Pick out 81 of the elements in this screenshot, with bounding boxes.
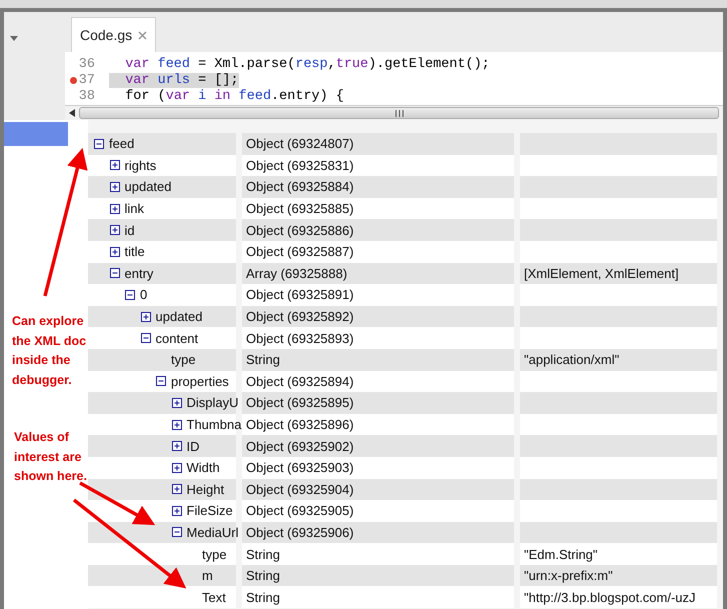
- expand-icon[interactable]: [172, 462, 182, 473]
- code-line: var feed = Xml.parse(resp,true).getElement();: [124, 56, 490, 72]
- variable-type: Object (69325892): [246, 309, 354, 324]
- variable-name: entry: [124, 266, 154, 281]
- variable-name: Width: [186, 460, 220, 476]
- variable-type: Object (69325896): [246, 417, 354, 432]
- variable-name: MediaUrl: [186, 524, 239, 540]
- left-arrow-icon[interactable]: [69, 109, 75, 117]
- collapse-icon[interactable]: [140, 333, 150, 344]
- file-tab[interactable]: Code.gs: [71, 17, 156, 52]
- variable-value: [XmlElement, XmlElement]: [524, 266, 679, 281]
- breakpoint-icon[interactable]: [70, 76, 77, 84]
- variable-name: updated: [124, 179, 172, 194]
- expand-icon[interactable]: [140, 312, 150, 322]
- variable-value: "http://3.bp.blogspot.com/-uzJ: [524, 590, 696, 605]
- variable-name: properties: [171, 374, 229, 389]
- collapse-icon[interactable]: [156, 376, 166, 386]
- expand-icon[interactable]: [110, 246, 120, 257]
- expand-icon[interactable]: [110, 182, 120, 192]
- variable-name: DisplayU: [186, 395, 239, 410]
- collapse-icon[interactable]: [172, 527, 182, 538]
- variable-type: String: [246, 590, 280, 605]
- variable-type: String: [246, 546, 280, 562]
- variable-type: Object (69325886): [246, 222, 354, 238]
- close-icon[interactable]: [138, 30, 148, 40]
- collapse-icon[interactable]: [125, 290, 135, 300]
- annotation-text: Can explore the XML doc inside the debugger.: [12, 313, 88, 389]
- variable-name: m: [202, 568, 213, 584]
- variable-name: FileSize: [186, 503, 233, 518]
- dropdown-caret-icon[interactable]: [10, 36, 18, 41]
- variable-name: feed: [109, 136, 134, 152]
- variable-name: rights: [124, 158, 156, 173]
- variable-type: Object (69325904): [246, 482, 354, 497]
- variable-value: "urn:x-prefix:m": [524, 568, 613, 584]
- variable-type: Object (69325887): [246, 244, 354, 260]
- variable-type: Array (69325888): [246, 266, 348, 281]
- collapse-icon[interactable]: [94, 138, 104, 149]
- code-line: for (var i in feed.entry) {: [124, 89, 344, 104]
- collapse-icon[interactable]: [110, 268, 120, 278]
- expand-icon[interactable]: [110, 225, 120, 236]
- variable-name: Height: [186, 482, 224, 497]
- variable-value: "application/xml": [524, 352, 620, 368]
- scrollbar-thumb[interactable]: [79, 107, 719, 119]
- variable-name: 0: [140, 287, 148, 302]
- expand-icon[interactable]: [172, 420, 182, 430]
- variable-type: Object (69325902): [246, 438, 354, 454]
- variable-name: ID: [186, 438, 200, 454]
- expand-icon[interactable]: [172, 484, 182, 494]
- variable-type: Object (69325885): [246, 201, 354, 216]
- variable-name: type: [202, 546, 227, 562]
- variable-type: Object (69325894): [246, 374, 354, 389]
- variable-type: Object (69325905): [246, 503, 354, 518]
- variable-name: title: [124, 244, 145, 260]
- expand-icon[interactable]: [110, 204, 120, 214]
- line-number: 38: [78, 89, 95, 104]
- variable-name: updated: [156, 309, 202, 324]
- variable-type: Object (69325906): [246, 524, 354, 540]
- expand-icon[interactable]: [172, 441, 182, 452]
- variable-type: Object (69325831): [246, 158, 354, 173]
- variable-type: Object (69325884): [246, 179, 354, 194]
- variable-type: Object (69325893): [246, 330, 354, 346]
- variable-type: Object (69325895): [246, 395, 354, 410]
- horizontal-scrollbar[interactable]: [65, 105, 723, 120]
- variable-type: Object (69324807): [246, 136, 354, 152]
- annotation-text: Values of interest are shown here.: [14, 429, 88, 485]
- line-number: 37: [78, 72, 95, 88]
- variable-type: String: [246, 568, 280, 584]
- variable-type: String: [246, 352, 280, 368]
- line-number: 36: [78, 56, 95, 72]
- variable-type: Object (69325903): [246, 460, 354, 476]
- variable-name: content: [156, 330, 198, 346]
- variable-name: link: [124, 201, 144, 216]
- variable-type: Object (69325891): [246, 287, 354, 302]
- variable-name: Thumbna: [186, 417, 242, 432]
- variable-name: type: [171, 352, 196, 368]
- variable-name: Text: [202, 590, 226, 605]
- variable-name: id: [124, 222, 135, 238]
- expand-icon[interactable]: [172, 398, 182, 408]
- expand-icon[interactable]: [110, 160, 120, 170]
- expand-icon[interactable]: [172, 506, 182, 516]
- variable-value: "Edm.String": [524, 546, 598, 562]
